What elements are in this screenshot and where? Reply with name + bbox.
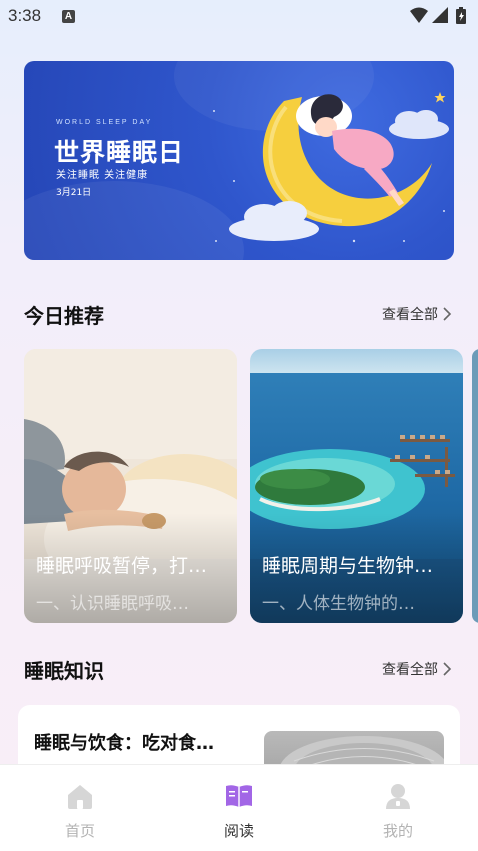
- user-icon: [386, 784, 410, 809]
- next-card-peek[interactable]: [472, 349, 478, 623]
- nav-read-label: 阅读: [223, 822, 254, 840]
- notification-badge-icon: A: [62, 10, 75, 23]
- chevron-right-icon: [443, 662, 452, 676]
- knowledge-view-all-link[interactable]: 查看全部: [382, 659, 452, 679]
- recommend-card-title: 睡眠周期与生物钟…: [262, 555, 434, 577]
- today-view-all-link[interactable]: 查看全部: [382, 304, 452, 324]
- signal-icon: [432, 7, 448, 23]
- today-view-all-label: 查看全部: [382, 307, 438, 323]
- recommend-card[interactable]: 睡眠周期与生物钟… 一、人体生物钟的…: [250, 349, 463, 623]
- moon-sleeping-girl-illustration: [213, 92, 449, 243]
- bottom-navigation: 首页 阅读 我的: [0, 764, 478, 851]
- today-section-title: 今日推荐: [24, 304, 104, 328]
- knowledge-article-title: 睡眠与饮食：吃对食…: [34, 733, 214, 754]
- nav-home-label: 首页: [64, 822, 95, 840]
- recommend-card-title: 睡眠呼吸暂停，打…: [36, 555, 208, 577]
- recommend-card-subtitle: 一、人体生物钟的…: [262, 594, 415, 614]
- banner-date: 3月21日: [56, 188, 92, 198]
- nav-mine-label: 我的: [382, 822, 413, 840]
- nav-read[interactable]: 阅读: [179, 765, 299, 851]
- recommend-card-subtitle: 一、认识睡眠呼吸…: [36, 594, 189, 614]
- world-sleep-day-banner[interactable]: WORLD SLEEP DAY 世界睡眠日 关注睡眠 关注健康 3月21日: [24, 61, 454, 260]
- battery-icon: [456, 7, 466, 24]
- status-icons: [410, 7, 466, 24]
- nav-home[interactable]: 首页: [20, 765, 140, 851]
- knowledge-section-title: 睡眠知识: [24, 659, 104, 683]
- banner-tagline: 关注睡眠 关注健康: [56, 170, 149, 181]
- knowledge-view-all-label: 查看全部: [382, 662, 438, 678]
- nav-mine[interactable]: 我的: [338, 765, 458, 851]
- wifi-icon: [410, 7, 428, 23]
- banner-subtitle-en: WORLD SLEEP DAY: [56, 119, 153, 126]
- chevron-right-icon: [443, 307, 452, 321]
- status-bar: 3:38 A: [0, 0, 478, 32]
- banner-title: 世界睡眠日: [54, 138, 185, 167]
- home-icon: [68, 785, 92, 809]
- status-time: 3:38: [8, 6, 42, 25]
- book-icon: [226, 785, 252, 807]
- recommend-card[interactable]: 睡眠呼吸暂停，打… 一、认识睡眠呼吸…: [24, 349, 237, 623]
